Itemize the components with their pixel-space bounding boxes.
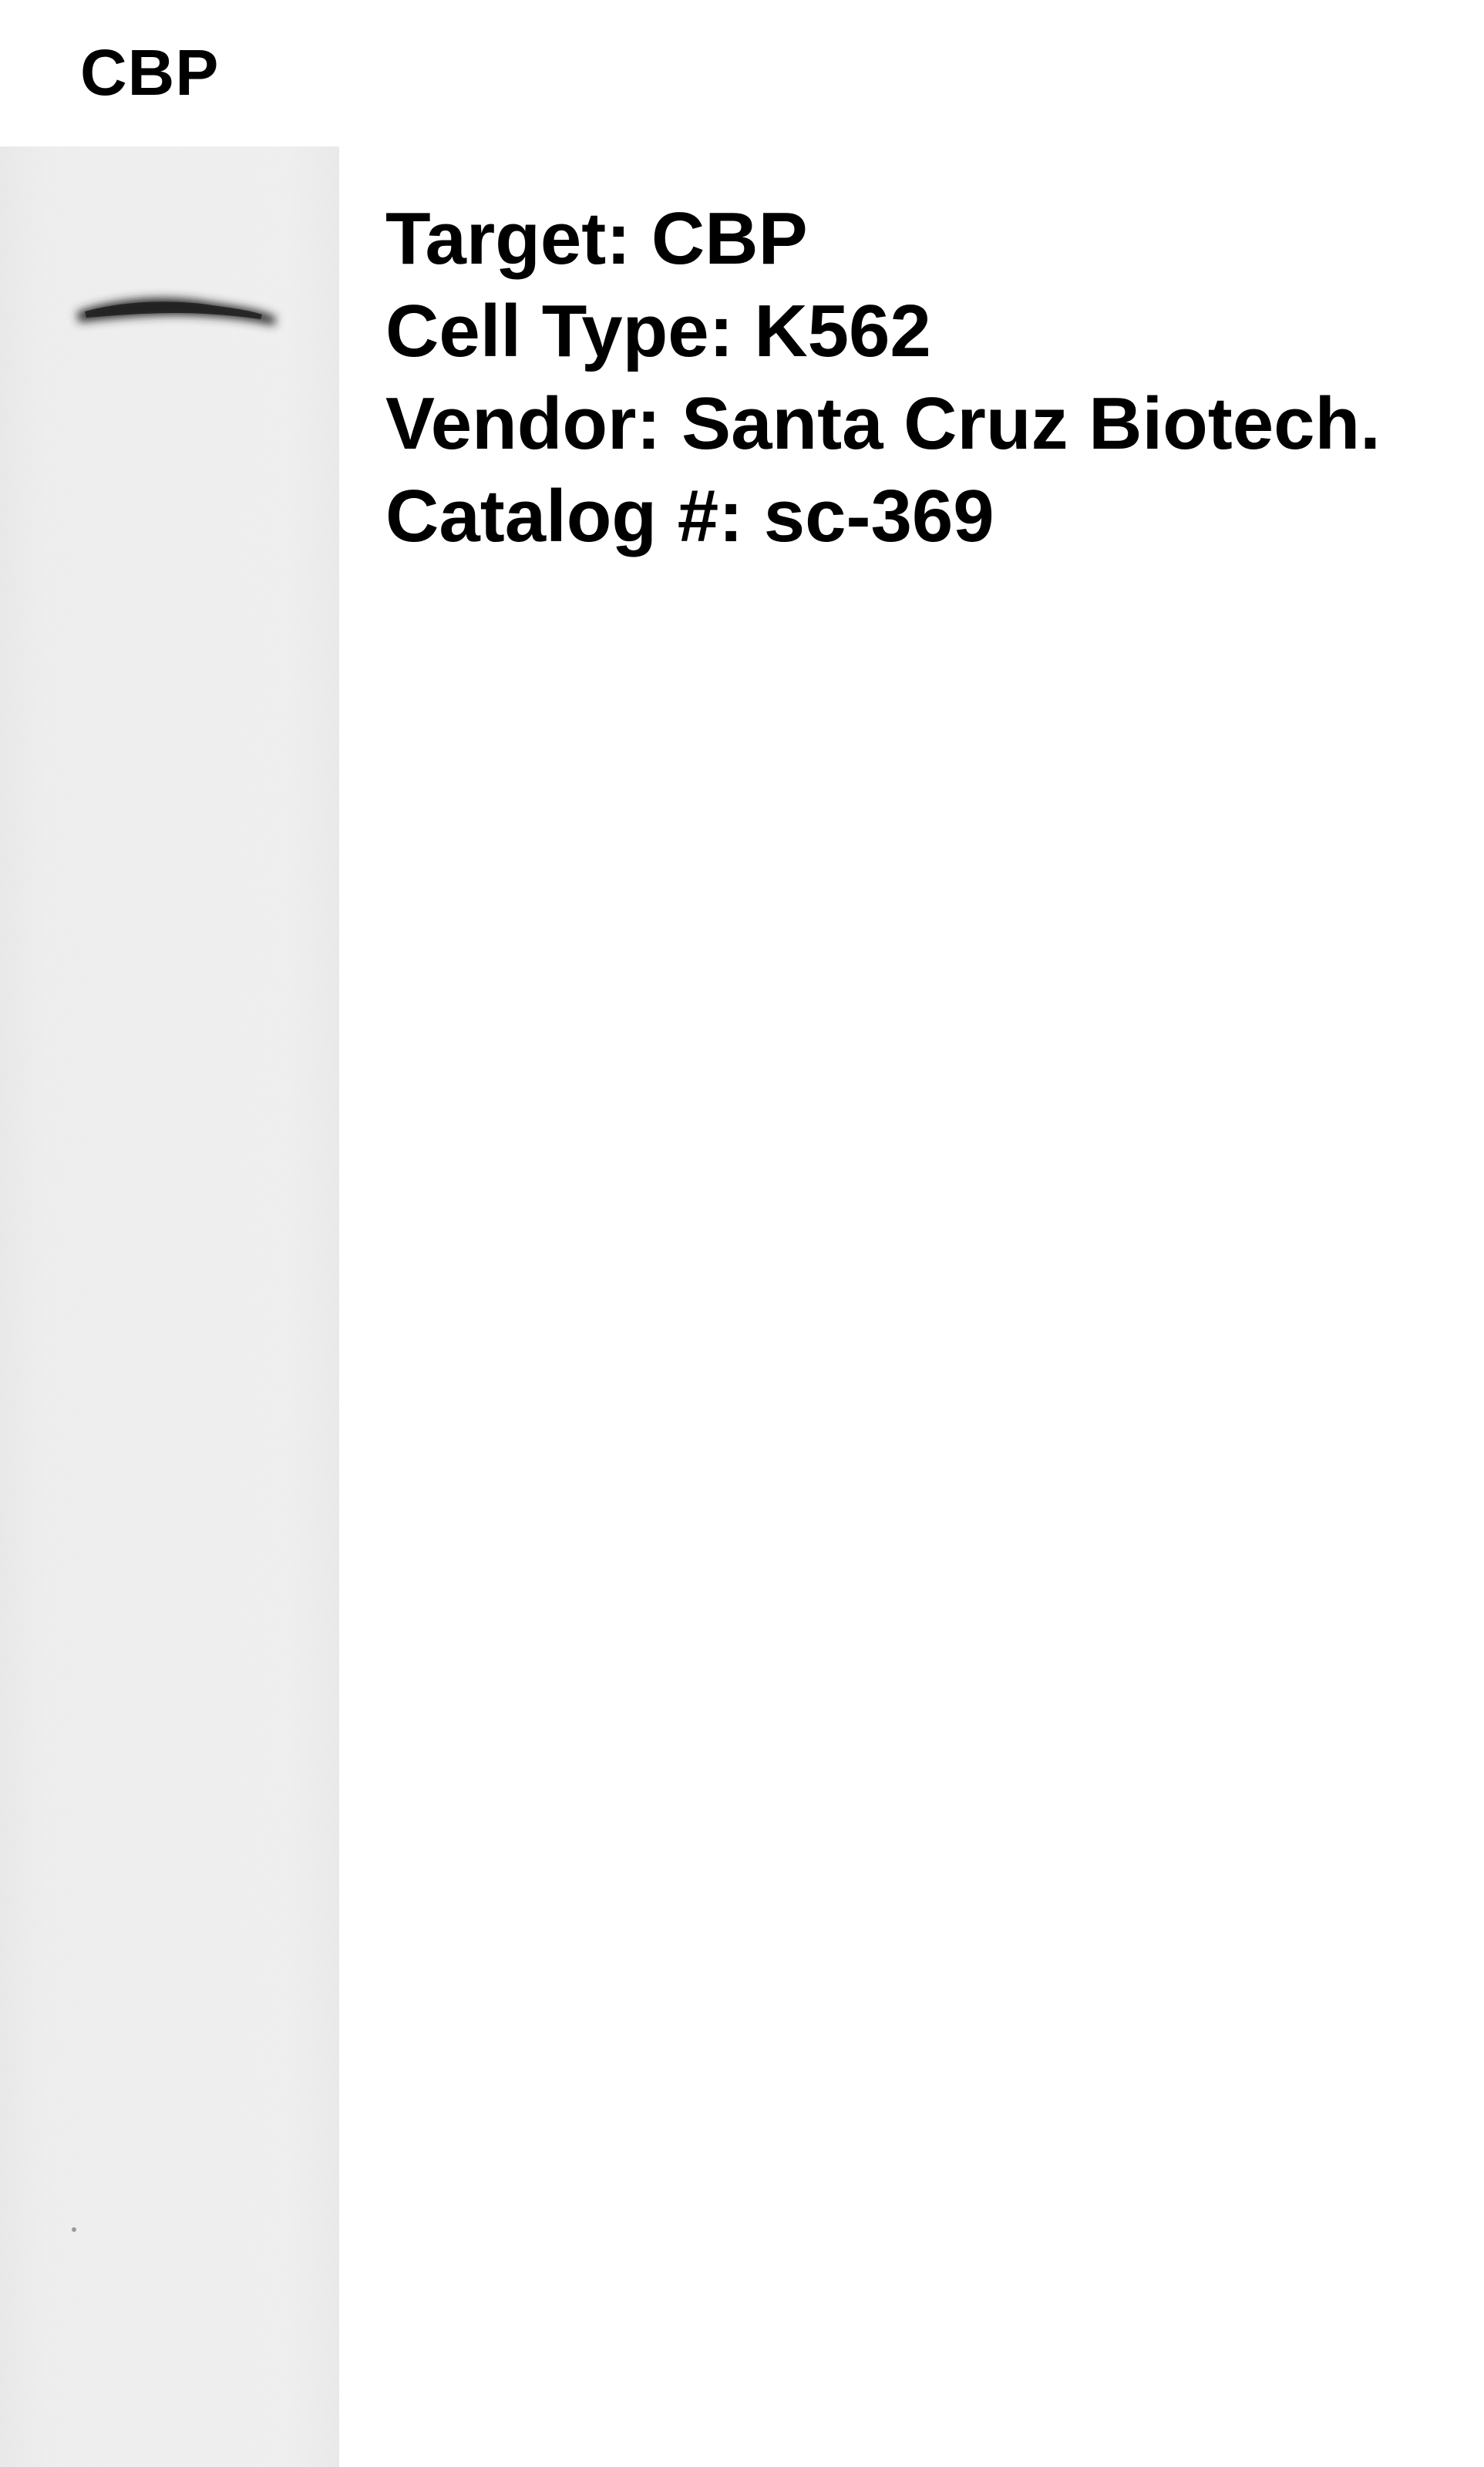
blot-speck	[72, 2227, 76, 2232]
lane-label: CBP	[80, 36, 220, 109]
catalog-label: Catalog #: sc-369	[385, 475, 994, 557]
blot-grain	[0, 146, 339, 2467]
antibody-info-block: Target: CBP Cell Type: K562 Vendor: Sant…	[385, 193, 1381, 563]
cell-type-label: Cell Type: K562	[385, 290, 931, 372]
vendor-label: Vendor: Santa Cruz Biotech.	[385, 382, 1381, 465]
target-label: Target: CBP	[385, 197, 808, 280]
western-blot-strip	[0, 146, 339, 2467]
